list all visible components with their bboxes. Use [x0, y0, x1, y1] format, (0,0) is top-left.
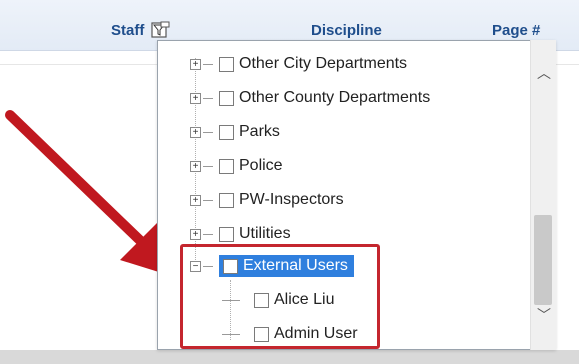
tree-item-label: Utilities: [239, 225, 291, 242]
tree-item-label: Other County Departments: [239, 89, 431, 106]
tree-item-label: PW-Inspectors: [239, 191, 344, 208]
checkbox[interactable]: [219, 158, 234, 174]
checkbox[interactable]: [219, 124, 234, 140]
checkbox[interactable]: [219, 192, 234, 208]
chevron-down-icon[interactable]: ﹀: [535, 307, 553, 323]
tree-item-pw-inspectors[interactable]: + PW-Inspectors: [190, 186, 344, 214]
plus-square-icon[interactable]: +: [190, 58, 201, 70]
column-header-staff[interactable]: Staff: [111, 22, 144, 39]
tree-connector: [203, 97, 213, 99]
plus-square-icon[interactable]: +: [190, 228, 201, 240]
tree-item-other-county-departments[interactable]: + Other County Departments: [190, 84, 430, 112]
plus-square-icon[interactable]: +: [190, 92, 201, 104]
column-header-discipline[interactable]: Discipline: [311, 22, 382, 39]
tree-item-other-city-departments[interactable]: + Other City Departments: [190, 50, 407, 78]
tree-item-police[interactable]: + Police: [190, 152, 283, 180]
plus-square-icon[interactable]: +: [190, 160, 201, 172]
tree-item-parks[interactable]: + Parks: [190, 118, 280, 146]
annotation-highlight-box: [180, 244, 380, 349]
dropdown-scrollbar[interactable]: ︿ ﹀: [530, 40, 556, 350]
checkbox[interactable]: [219, 90, 234, 106]
tree-item-label: Parks: [239, 123, 280, 140]
filter-icon[interactable]: [150, 20, 172, 42]
checkbox[interactable]: [219, 56, 234, 72]
tree-connector: [203, 233, 213, 235]
tree-connector: [203, 199, 213, 201]
plus-square-icon[interactable]: +: [190, 194, 201, 206]
column-header-page[interactable]: Page #: [492, 22, 540, 39]
tree-item-label: Police: [239, 157, 283, 174]
plus-square-icon[interactable]: +: [190, 126, 201, 138]
tree-connector: [203, 63, 213, 65]
tree-item-label: Other City Departments: [239, 55, 408, 72]
grid-footer-bar: [0, 350, 579, 364]
tree-connector: [203, 131, 213, 133]
checkbox[interactable]: [219, 226, 234, 242]
tree-connector: [203, 165, 213, 167]
chevron-up-icon[interactable]: ︿: [535, 65, 553, 81]
scrollbar-thumb[interactable]: [534, 215, 552, 305]
